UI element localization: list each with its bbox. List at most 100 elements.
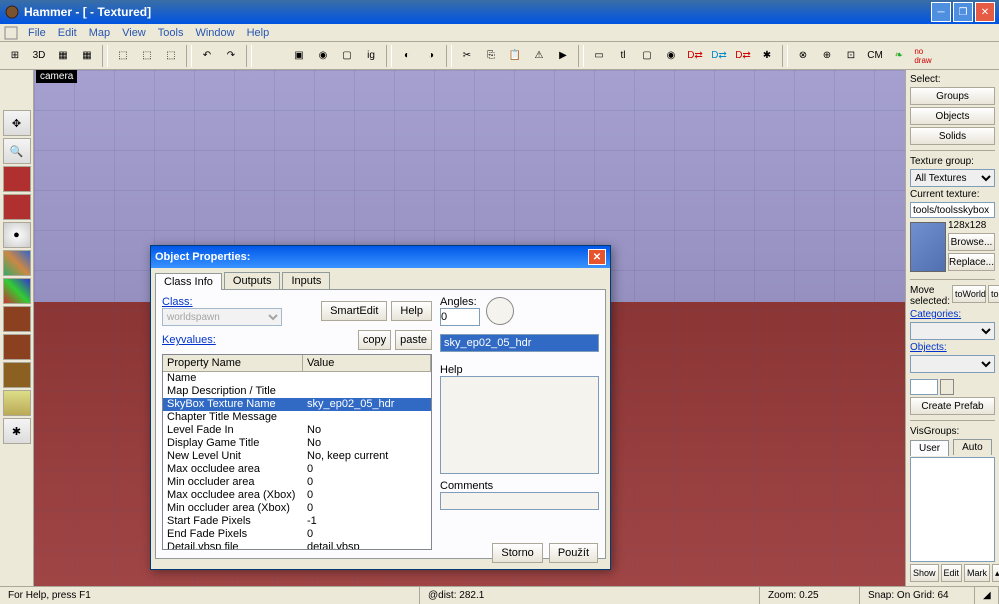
browse-button[interactable]: Browse...: [948, 233, 995, 251]
smartedit-button[interactable]: SmartEdit: [321, 301, 387, 321]
property-row[interactable]: Start Fade Pixels-1: [163, 515, 431, 528]
faces-spinner[interactable]: [940, 379, 954, 395]
property-row[interactable]: Display Game TitleNo: [163, 437, 431, 450]
grid-smaller-icon[interactable]: ▦: [52, 45, 74, 67]
vg-user-tab[interactable]: User: [910, 440, 949, 456]
vg-up-button[interactable]: ▴: [992, 564, 999, 582]
angles-dial[interactable]: [486, 297, 514, 325]
toentity-button[interactable]: toEntity: [988, 285, 999, 303]
objects-label[interactable]: Objects:: [910, 342, 995, 353]
warning-icon[interactable]: ⚠: [528, 45, 550, 67]
curtex-input[interactable]: [910, 202, 995, 218]
angles-input[interactable]: [440, 308, 480, 326]
cut-icon[interactable]: ✂: [456, 45, 478, 67]
categories-label[interactable]: Categories:: [910, 309, 995, 320]
help-button[interactable]: Help: [391, 301, 432, 321]
show-all-icon[interactable]: ⊡: [840, 45, 862, 67]
property-row[interactable]: Level Fade InNo: [163, 424, 431, 437]
texture-lock-icon[interactable]: ◐: [396, 45, 418, 67]
objects-select[interactable]: [910, 355, 995, 373]
property-row[interactable]: Min occluder area0: [163, 476, 431, 489]
texture-tool[interactable]: [3, 250, 31, 276]
carve-icon[interactable]: ⬚: [112, 45, 134, 67]
toggle-radius-icon[interactable]: ◉: [312, 45, 334, 67]
select-solids-button[interactable]: Solids: [910, 127, 995, 145]
property-row[interactable]: End Fade Pixels0: [163, 528, 431, 541]
tool-entity-icon[interactable]: tl: [612, 45, 634, 67]
paste-button[interactable]: paste: [395, 330, 432, 350]
properties-table[interactable]: Property Name Value NameMap Description …: [162, 354, 432, 550]
restore-button[interactable]: ❐: [953, 2, 973, 22]
paste-icon[interactable]: 📋: [504, 45, 526, 67]
vg-auto-tab[interactable]: Auto: [953, 439, 992, 455]
camera-tool[interactable]: [3, 166, 31, 192]
property-row[interactable]: Name: [163, 372, 431, 385]
property-row[interactable]: New Level UnitNo, keep current: [163, 450, 431, 463]
vg-show-button[interactable]: Show: [910, 564, 939, 582]
pointer-tool[interactable]: ✥: [3, 110, 31, 136]
menu-map[interactable]: Map: [83, 27, 116, 39]
overlay-tool[interactable]: [3, 334, 31, 360]
faces-input[interactable]: [910, 379, 938, 395]
hide-selected-icon[interactable]: ⊗: [792, 45, 814, 67]
dialog-close-button[interactable]: ✕: [588, 249, 606, 265]
tab-inputs[interactable]: Inputs: [282, 272, 330, 289]
replace-button[interactable]: Replace...: [948, 253, 995, 271]
menu-view[interactable]: View: [116, 27, 152, 39]
3d-icon[interactable]: 3D: [28, 45, 50, 67]
property-row[interactable]: Min occluder area (Xbox)0: [163, 502, 431, 515]
menu-edit[interactable]: Edit: [52, 27, 83, 39]
tool-b3-icon[interactable]: D⇄: [732, 45, 754, 67]
visgroups-list[interactable]: [910, 457, 995, 562]
undo-icon[interactable]: ↶: [196, 45, 218, 67]
property-row[interactable]: Chapter Title Message: [163, 411, 431, 424]
tab-classinfo[interactable]: Class Info: [155, 273, 222, 290]
select-objects-button[interactable]: Objects: [910, 107, 995, 125]
magnify-tool[interactable]: 🔍: [3, 138, 31, 164]
decal-tool[interactable]: [3, 306, 31, 332]
status-resize-grip[interactable]: ◢: [975, 587, 999, 604]
leaf-icon[interactable]: ❧: [888, 45, 910, 67]
tool-b2-icon[interactable]: D⇄: [708, 45, 730, 67]
grid-larger-icon[interactable]: ▦: [76, 45, 98, 67]
storno-button[interactable]: Storno: [492, 543, 542, 563]
pouzit-button[interactable]: Použít: [549, 543, 598, 563]
copy-icon[interactable]: ⎘: [480, 45, 502, 67]
path-tool[interactable]: ✱: [3, 418, 31, 444]
run-icon[interactable]: ▶: [552, 45, 574, 67]
tool-brush-icon[interactable]: ▭: [588, 45, 610, 67]
property-row[interactable]: Map Description / Title: [163, 385, 431, 398]
vg-mark-button[interactable]: Mark: [964, 564, 990, 582]
apply-tool[interactable]: [3, 278, 31, 304]
create-prefab-button[interactable]: Create Prefab: [910, 397, 995, 415]
menu-file[interactable]: File: [22, 27, 52, 39]
entity-tool[interactable]: [3, 194, 31, 220]
keyvalues-label[interactable]: Keyvalues:: [162, 334, 216, 346]
class-label[interactable]: Class:: [162, 296, 282, 308]
class-select[interactable]: worldspawn: [162, 308, 282, 326]
toggle-select-icon[interactable]: ▢: [336, 45, 358, 67]
ig-icon[interactable]: ig: [360, 45, 382, 67]
grid-toggle-icon[interactable]: ⊞: [4, 45, 26, 67]
copy-button[interactable]: copy: [358, 330, 391, 350]
select-groups-button[interactable]: Groups: [910, 87, 995, 105]
property-row[interactable]: SkyBox Texture Namesky_ep02_05_hdr: [163, 398, 431, 411]
redo-icon[interactable]: ↷: [220, 45, 242, 67]
menu-help[interactable]: Help: [241, 27, 276, 39]
ungroup-icon[interactable]: ⬚: [160, 45, 182, 67]
menu-tools[interactable]: Tools: [152, 27, 190, 39]
close-button[interactable]: ✕: [975, 2, 995, 22]
toggle-cordon-icon[interactable]: ▣: [288, 45, 310, 67]
texture-swatch[interactable]: [910, 222, 946, 272]
group-icon[interactable]: ⬚: [136, 45, 158, 67]
hide-unselected-icon[interactable]: ⊕: [816, 45, 838, 67]
property-row[interactable]: Detail.vbsp filedetail.vbsp: [163, 541, 431, 550]
vertex-tool[interactable]: [3, 390, 31, 416]
minimize-button[interactable]: ─: [931, 2, 951, 22]
tool-overlay-icon[interactable]: ◉: [660, 45, 682, 67]
vg-edit-button[interactable]: Edit: [941, 564, 963, 582]
texgroup-select[interactable]: All Textures: [910, 169, 995, 187]
tool-decal-icon[interactable]: ▢: [636, 45, 658, 67]
clip-tool[interactable]: [3, 362, 31, 388]
tool-b1-icon[interactable]: D⇄: [684, 45, 706, 67]
